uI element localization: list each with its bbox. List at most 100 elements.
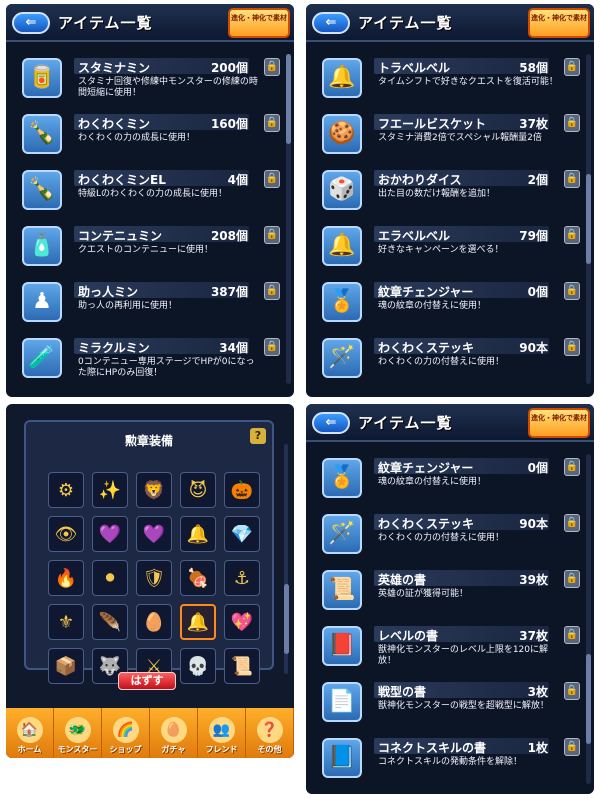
waku-stick-icon: 🪄 [322, 514, 362, 554]
scroll-thumb[interactable] [284, 584, 289, 654]
medal-slot[interactable]: 💖 [224, 604, 260, 640]
tab-home[interactable]: 🏠 ホーム [6, 708, 54, 758]
lock-icon[interactable]: 🔒 [564, 282, 580, 300]
scrollbar[interactable] [284, 444, 289, 674]
item-row[interactable]: 🪄 わくわくステッキ 90本 わくわくの力の付替えに使用！ 🔒 [314, 506, 586, 562]
item-row[interactable]: ♟ 助っ人ミン 387個 助っ人の再利用に使用！ 🔒 [14, 274, 286, 330]
medal-slot[interactable]: ✨ [92, 472, 128, 508]
item-row[interactable]: 🏅 紋章チェンジャー 0個 魂の紋章の付替えに使用！ 🔒 [314, 450, 586, 506]
item-count: 79個 [519, 229, 548, 243]
lock-icon[interactable]: 🔒 [264, 338, 280, 356]
medal-slot[interactable]: 🦁 [136, 472, 172, 508]
lock-icon[interactable]: 🔒 [264, 170, 280, 188]
lock-icon[interactable]: 🔒 [264, 226, 280, 244]
help-button[interactable]: ? [250, 428, 266, 444]
lock-icon[interactable]: 🔒 [564, 226, 580, 244]
back-button[interactable]: ⇐ [312, 12, 350, 34]
evolve-material-banner[interactable]: 進化・神化で素材 [228, 8, 290, 38]
medal-slot[interactable]: 📜 [224, 648, 260, 684]
medal-slot[interactable]: 🔥 [48, 560, 84, 596]
lock-icon[interactable]: 🔒 [564, 170, 580, 188]
item-name: エラベルベル [378, 229, 451, 243]
medal-slot[interactable]: 📦 [48, 648, 84, 684]
lock-icon[interactable]: 🔒 [264, 114, 280, 132]
scroll-thumb[interactable] [586, 654, 591, 744]
item-description: 魂の紋章の付替えに使用！ [378, 477, 487, 487]
scrollbar[interactable] [586, 454, 591, 784]
lock-icon[interactable]: 🔒 [564, 114, 580, 132]
medal-slot[interactable]: 🎃 [224, 472, 260, 508]
item-row[interactable]: 🏅 紋章チェンジャー 0個 魂の紋章の付替えに使用！ 🔒 [314, 274, 586, 330]
scrollbar[interactable] [286, 54, 291, 384]
medal-slot[interactable]: 🪶 [92, 604, 128, 640]
evolve-material-banner[interactable]: 進化・神化で素材 [528, 8, 590, 38]
medal-slot[interactable]: ⚫ [92, 560, 128, 596]
item-row[interactable]: 📄 戦型の書 3枚 獣神化モンスターの戦型を超戦型に解放！ 🔒 [314, 674, 586, 730]
tab-friend[interactable]: 👥 フレンド [198, 708, 246, 758]
tab-monster[interactable]: 🐲 モンスター [54, 708, 102, 758]
tab-gacha[interactable]: 🥚 ガチャ [150, 708, 198, 758]
scroll-thumb[interactable] [586, 174, 591, 264]
lock-icon[interactable]: 🔒 [264, 58, 280, 76]
medal-slot[interactable]: ⚙ [48, 472, 84, 508]
back-button[interactable]: ⇐ [12, 12, 50, 34]
lock-icon[interactable]: 🔒 [564, 682, 580, 700]
item-count: 2個 [527, 173, 548, 187]
item-count: 58個 [519, 61, 548, 75]
evolve-material-banner[interactable]: 進化・神化で素材 [528, 408, 590, 438]
lock-icon[interactable]: 🔒 [564, 338, 580, 356]
medal-slot[interactable]: 💜 [136, 516, 172, 552]
item-name: レベルの書 [378, 629, 439, 643]
medal-slot[interactable]: 💎 [224, 516, 260, 552]
tab-shop[interactable]: 🌈 ショップ [102, 708, 150, 758]
medal-panel-title: 勲章装備 [124, 434, 173, 448]
remove-button[interactable]: はずす [118, 672, 176, 690]
lock-icon[interactable]: 🔒 [564, 58, 580, 76]
medal-changer-icon: 🏅 [322, 282, 362, 322]
medal-slot[interactable]: 🍖 [180, 560, 216, 596]
medal-slot[interactable]: ⚓ [224, 560, 260, 596]
tab-other[interactable]: ❓ その他 [246, 708, 294, 758]
item-row[interactable]: 🪄 わくわくステッキ 90本 わくわくの力の付替えに使用！ 🔒 [314, 330, 586, 386]
medal-slot[interactable]: 💜 [92, 516, 128, 552]
item-name: 戦型の書 [378, 685, 427, 699]
item-row[interactable]: 🎲 おかわりダイス 2個 出た目の数だけ報酬を追加！ 🔒 [314, 162, 586, 218]
item-name: 英雄の書 [378, 573, 427, 587]
item-row[interactable]: 📕 レベルの書 37枚 獣神化モンスターのレベル上限を120に解放！ 🔒 [314, 618, 586, 674]
item-row[interactable]: 🍾 わくわくミンEL 4個 特級Lのわくわくの力の成長に使用！ 🔒 [14, 162, 286, 218]
lock-icon[interactable]: 🔒 [564, 570, 580, 588]
item-row[interactable]: 📜 英雄の書 39枚 英雄の証が獲得可能！ 🔒 [314, 562, 586, 618]
item-count: 0個 [527, 285, 548, 299]
scroll-thumb[interactable] [286, 54, 291, 144]
medal-slot[interactable]: 👁 [48, 516, 84, 552]
medal-slot[interactable]: ⚜ [48, 604, 84, 640]
item-description: 魂の紋章の付替えに使用！ [378, 301, 487, 311]
item-count: 39枚 [519, 573, 548, 587]
item-row[interactable]: 📘 コネクトスキルの書 1枚 コネクトスキルの発動条件を解除！ 🔒 [314, 730, 586, 786]
item-row[interactable]: 🍾 わくわくミン 160個 わくわくの力の成長に使用！ 🔒 [14, 106, 286, 162]
item-row[interactable]: 🍪 フエールビスケット 37枚 スタミナ消費2倍でスペシャル報酬量2倍 🔒 [314, 106, 586, 162]
item-list: 🔔 トラベルベル 58個 タイムシフトで好きなクエストを復活可能！ 🔒 🍪 フエー… [306, 50, 594, 386]
item-row[interactable]: 🧪 ミラクルミン 34個 0コンテニュー専用ステージでHPが0になった際にHPの… [14, 330, 286, 386]
item-row[interactable]: 🥫 スタミナミン 200個 スタミナ回復や修練中モンスターの修練の時間短縮に使用… [14, 50, 286, 106]
item-row[interactable]: 🔔 トラベルベル 58個 タイムシフトで好きなクエストを復活可能！ 🔒 [314, 50, 586, 106]
item-description: スタミナ消費2倍でスペシャル報酬量2倍 [378, 133, 542, 143]
item-row[interactable]: 🔔 エラベルベル 79個 好きなキャンペーンを選べる！ 🔒 [314, 218, 586, 274]
scrollbar[interactable] [586, 54, 591, 384]
medal-slot[interactable]: 💀 [180, 648, 216, 684]
item-row[interactable]: 🧴 コンテニュミン 208個 クエストのコンテニューに使用！ 🔒 [14, 218, 286, 274]
type-book-icon: 📄 [322, 682, 362, 722]
lock-icon[interactable]: 🔒 [564, 626, 580, 644]
lock-icon[interactable]: 🔒 [564, 458, 580, 476]
tab-label: ホーム [17, 745, 42, 754]
lock-icon[interactable]: 🔒 [564, 738, 580, 756]
medal-slot[interactable]: 🔔 [180, 516, 216, 552]
medal-slot[interactable]: 🥚 [136, 604, 172, 640]
lock-icon[interactable]: 🔒 [564, 514, 580, 532]
medal-slot[interactable]: 🛡 [136, 560, 172, 596]
medal-slot[interactable]: 😈 [180, 472, 216, 508]
lock-icon[interactable]: 🔒 [264, 282, 280, 300]
back-button[interactable]: ⇐ [312, 412, 350, 434]
medal-slot[interactable]: 🔔 [180, 604, 216, 640]
shop-icon: 🌈 [112, 717, 139, 743]
